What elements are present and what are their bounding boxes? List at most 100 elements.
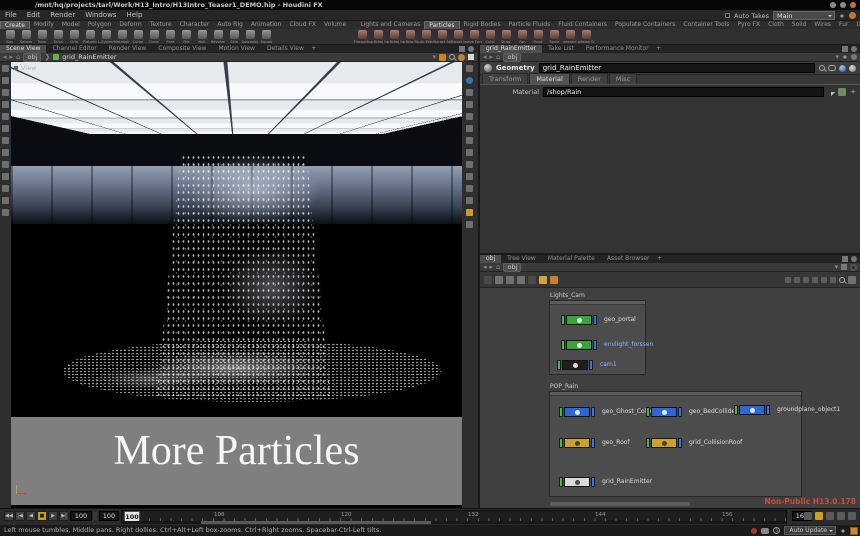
box-header[interactable] (550, 301, 645, 305)
scale-tool-icon[interactable] (2, 101, 9, 108)
net-opt-icon[interactable] (830, 277, 836, 283)
op-chooser-icon[interactable] (838, 88, 846, 96)
search-icon[interactable] (839, 277, 845, 283)
snapshot-icon[interactable] (468, 54, 474, 60)
pane-menu-icon[interactable] (851, 256, 857, 262)
link-icon[interactable] (828, 65, 836, 71)
net-opt-icon[interactable] (803, 277, 809, 283)
display-particles-icon[interactable] (466, 185, 473, 192)
net-grid-icon[interactable] (506, 276, 514, 284)
node-bypass-flag[interactable] (646, 438, 650, 448)
transport-button[interactable]: ▶ (48, 511, 58, 521)
forward-icon[interactable]: ▸ (490, 263, 494, 272)
pane-maximize-icon[interactable] (459, 46, 465, 52)
minimize-icon[interactable] (830, 2, 836, 8)
pane-tab[interactable]: Asset Browser (601, 255, 656, 263)
node-bypass-flag[interactable] (561, 315, 565, 325)
forward-icon[interactable]: ▸ (490, 53, 494, 62)
shelf-tab[interactable]: Model (58, 21, 84, 29)
back-icon[interactable]: ◂ (483, 263, 487, 272)
back-icon[interactable]: ◂ (3, 53, 7, 62)
shelf-tool[interactable]: Color (482, 29, 498, 44)
shelf-tab[interactable]: Wires (810, 21, 835, 29)
op-color-icon[interactable] (439, 54, 446, 61)
menu-item[interactable]: Edit (22, 11, 46, 19)
network-node[interactable]: geo_Roof (559, 438, 597, 448)
shelf-tab[interactable]: Lights and Cameras (356, 21, 424, 29)
shelf-tool[interactable]: Torus (50, 29, 66, 44)
display-options-icon[interactable] (466, 221, 473, 228)
chevron-down-icon[interactable]: ▾ (834, 263, 838, 272)
misc-tool-icon[interactable] (2, 197, 9, 204)
viewport-3d-canvas[interactable]: More Particles View (11, 62, 462, 508)
pane-menu-icon[interactable] (468, 46, 474, 52)
display-points-icon[interactable] (466, 149, 473, 156)
take-spinner-icon[interactable] (839, 12, 845, 20)
close-icon[interactable] (850, 2, 856, 8)
net-opt-icon[interactable] (821, 277, 827, 283)
sphere-icon[interactable] (849, 65, 856, 72)
search-icon[interactable] (449, 54, 455, 60)
shelf-tab[interactable]: Particle Fluids (505, 21, 555, 29)
shelf-tool[interactable]: Metaball (114, 29, 130, 44)
display-wireframe-icon[interactable] (466, 173, 473, 180)
shelf-tool[interactable]: Particles fr (370, 29, 386, 44)
plus-icon[interactable]: + (850, 88, 856, 96)
shelf-tool[interactable]: Null (194, 29, 210, 44)
new-tab-icon[interactable]: + (655, 45, 663, 53)
shelf-tab[interactable]: Container Tools (679, 21, 733, 29)
pane-tab[interactable]: Render View (103, 45, 153, 53)
node-body[interactable] (562, 360, 588, 370)
shading-mode-icon[interactable] (466, 89, 473, 96)
material-value-field[interactable]: /shop/Rain (543, 87, 824, 97)
node-body[interactable] (564, 407, 590, 417)
chevron-down-icon[interactable]: ▾ (432, 53, 436, 62)
node-bypass-flag[interactable] (559, 477, 563, 487)
pane-tab[interactable]: Performance Monitor (580, 45, 655, 53)
home-icon[interactable]: ⌂ (16, 53, 20, 62)
param-tab[interactable]: Misc (609, 73, 637, 84)
path-node[interactable]: grid_RainEmitter (62, 53, 116, 61)
shelf-tool[interactable]: Box (2, 29, 18, 44)
playbar-option-icon[interactable] (848, 512, 856, 520)
search-icon[interactable] (819, 65, 825, 71)
transport-button[interactable]: |◀ (15, 511, 25, 521)
pane-tab[interactable]: Motion View (212, 45, 261, 53)
transport-button[interactable]: ▶| (59, 511, 69, 521)
shelf-tool[interactable]: Font (162, 29, 178, 44)
shelf-tab[interactable]: Populate Containers (611, 21, 679, 29)
node-bypass-flag[interactable] (646, 407, 650, 417)
record-indicator-icon[interactable] (751, 528, 757, 534)
view-layout-icon[interactable] (466, 65, 473, 72)
node-label[interactable]: geo_Roof (602, 439, 630, 446)
node-display-flag[interactable] (678, 407, 682, 417)
menu-item[interactable]: Render (45, 11, 80, 19)
character-icon[interactable] (458, 54, 465, 61)
network-node[interactable]: geo_portal (561, 315, 599, 325)
frame-view-icon[interactable] (466, 125, 473, 132)
playbar-option-icon[interactable] (837, 512, 845, 520)
shelf-tool[interactable]: Squab (258, 29, 274, 44)
select-tool-icon[interactable] (2, 65, 9, 72)
shelf-tab[interactable]: Cloud FX (285, 21, 320, 29)
group-tool-icon[interactable] (2, 185, 9, 192)
misc-tool-icon[interactable] (2, 209, 9, 216)
node-body[interactable] (566, 340, 592, 350)
message-icon[interactable] (761, 528, 769, 534)
home-icon[interactable]: ⌂ (496, 53, 500, 62)
sim-cache-icon[interactable]: S (773, 527, 780, 534)
take-selector[interactable]: Main (773, 11, 835, 20)
pane-menu-icon[interactable] (851, 46, 857, 52)
view-options-icon[interactable] (466, 137, 473, 144)
node-label[interactable]: geo_portal (604, 316, 636, 323)
globe-icon[interactable] (839, 65, 846, 72)
shelf-tool[interactable]: Spaceship (242, 29, 258, 44)
pose-tool-icon[interactable] (2, 113, 9, 120)
pane-tab[interactable]: Material Palette (542, 255, 601, 263)
path-root[interactable]: obj (503, 53, 521, 62)
node-body[interactable] (564, 438, 590, 448)
network-node[interactable]: cam1 (557, 360, 595, 370)
param-tab[interactable]: Transform (482, 73, 528, 84)
frame-field[interactable]: 100 (70, 511, 92, 521)
gear-icon[interactable] (850, 264, 857, 271)
